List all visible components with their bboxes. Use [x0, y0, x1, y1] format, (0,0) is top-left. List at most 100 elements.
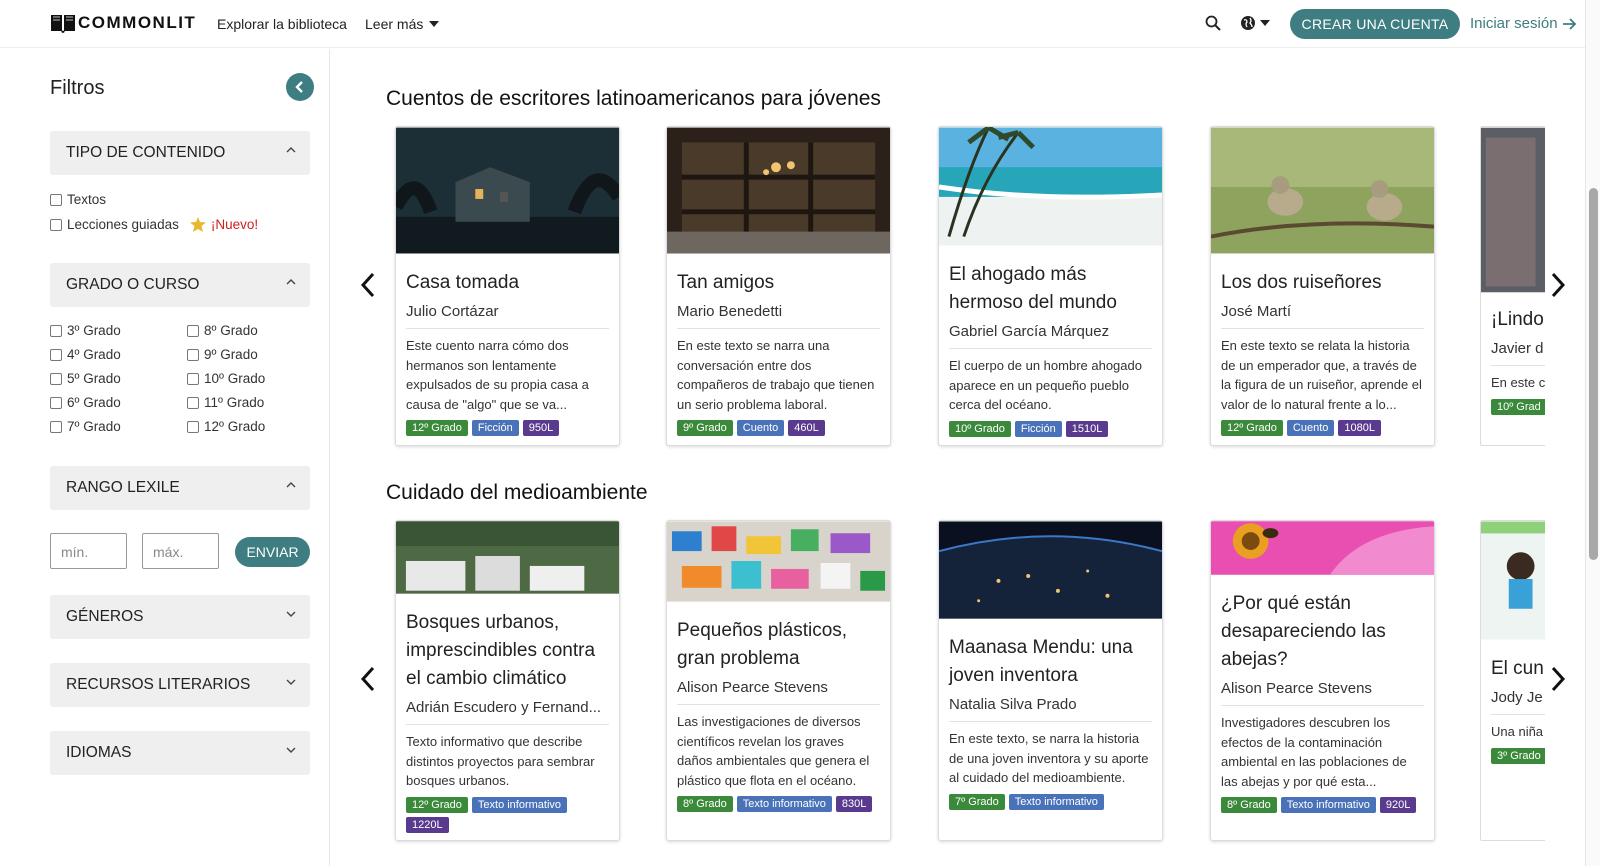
checkbox[interactable] [187, 348, 199, 361]
page-scrollbar[interactable] [1585, 0, 1600, 866]
checkbox[interactable] [50, 218, 62, 231]
grade-option-label: 9º Grado [204, 347, 258, 362]
checkbox[interactable] [50, 324, 62, 337]
card-author: Alison Pearce Stevens [677, 679, 880, 705]
filter-grade-6[interactable]: 6º Grado [50, 395, 121, 410]
card-description: En este texto, se narra la historia de u… [949, 731, 1149, 785]
checkbox[interactable] [187, 396, 199, 409]
search-icon[interactable] [1205, 15, 1221, 31]
collapse-sidebar-button[interactable] [286, 73, 314, 101]
language-selector[interactable] [1240, 15, 1270, 31]
text-card[interactable]: Los dos ruiseñores José Martí En este te… [1210, 126, 1435, 446]
chevron-down-icon [286, 679, 296, 685]
checkbox[interactable] [50, 193, 62, 206]
genre-tag: Cuento [736, 420, 785, 436]
carousel-prev-icon[interactable] [360, 272, 376, 298]
text-card[interactable]: Pequeños plásticos, gran problema Alison… [666, 520, 891, 841]
checkbox[interactable] [50, 396, 62, 409]
carousel-next-icon[interactable] [1550, 666, 1566, 692]
grade-option-label: 5º Grado [67, 371, 121, 386]
login-link[interactable]: Iniciar sesión [1470, 15, 1577, 32]
chevron-down-icon [286, 747, 296, 753]
grade-tag: 10º Grad [1491, 398, 1545, 415]
lexile-min-input[interactable]: mín. [50, 533, 127, 569]
filter-grade-11[interactable]: 11º Grado [187, 395, 264, 410]
checkbox[interactable] [50, 420, 62, 433]
arrow-right-icon [1562, 17, 1576, 30]
text-card[interactable]: Bosques urbanos, imprescindibles contra … [395, 520, 620, 841]
text-card[interactable]: Maanasa Mendu: una joven inventora Natal… [938, 520, 1163, 841]
create-account-button[interactable]: CREAR UNA CUENTA [1290, 9, 1460, 39]
grade-option-label: 11º Grado [204, 395, 265, 410]
content-type-accordion[interactable]: TIPO DE CONTENIDO [50, 131, 310, 175]
grade-tag: 12º Grado [406, 796, 468, 813]
filter-guided-lessons-label: Lecciones guiadas [67, 217, 179, 232]
filter-grade-9[interactable]: 9º Grado [187, 347, 258, 362]
genre-tag: Ficción [1014, 420, 1062, 437]
card-description: Una niña ambient cumplea [1491, 724, 1545, 739]
commonlit-logo[interactable]: COMMONLIT [50, 13, 196, 33]
lexile-submit-button[interactable]: ENVIAR [235, 537, 310, 567]
grade-option-label: 8º Grado [204, 323, 258, 338]
filters-title: Filtros [50, 77, 105, 99]
filter-grade-4[interactable]: 4º Grado [50, 347, 121, 362]
text-card[interactable]: El ahogado más hermoso del mundo Gabriel… [938, 126, 1163, 446]
filter-guided-lessons[interactable]: Lecciones guiadas ¡Nuevo! [50, 217, 258, 232]
caret-down-icon [429, 21, 440, 27]
filter-texts[interactable]: Textos [50, 192, 106, 207]
chevron-left-icon [295, 81, 303, 93]
logo-text: COMMONLIT [78, 13, 197, 32]
filter-grade-3[interactable]: 3º Grado [50, 323, 121, 338]
genre-tag: Texto informativo [1280, 797, 1376, 813]
filter-grade-5[interactable]: 5º Grado [50, 371, 121, 386]
languages-accordion[interactable]: IDIOMAS [50, 731, 310, 775]
literary-devices-accordion[interactable]: RECURSOS LITERARIOS [50, 663, 310, 707]
carousel-prev-icon[interactable] [360, 666, 376, 692]
card-image [1481, 127, 1545, 293]
checkbox[interactable] [50, 372, 62, 385]
login-label: Iniciar sesión [1470, 15, 1558, 32]
card-author: Gabriel García Márquez [949, 323, 1152, 349]
scrollbar-thumb[interactable] [1589, 188, 1598, 560]
filter-grade-12[interactable]: 12º Grado [187, 419, 265, 434]
card-description: Este cuento narra cómo dos hermanos son … [406, 338, 589, 412]
checkbox[interactable] [50, 348, 62, 361]
lexile-accordion[interactable]: RANGO LEXILE [50, 466, 310, 510]
nav-read-more-label: Leer más [365, 16, 424, 32]
grade-option-label: 6º Grado [67, 395, 121, 410]
card-description: Texto informativo que describe distintos… [406, 734, 595, 788]
grade-tag: 8º Grado [677, 796, 733, 812]
card-author: Mario Benedetti [677, 303, 880, 329]
star-icon [189, 217, 206, 232]
chevron-up-icon [286, 147, 296, 153]
filter-grade-7[interactable]: 7º Grado [50, 419, 121, 434]
text-card[interactable]: Casa tomada Julio Cortázar Este cuento n… [395, 126, 620, 446]
card-title: Pequeños plásticos, gran problema [677, 620, 848, 669]
text-card[interactable]: ¡Lindo Javier d En este c particula 10º … [1480, 126, 1545, 446]
card-image [1211, 127, 1434, 254]
caret-down-icon [1260, 20, 1270, 26]
grade-accordion[interactable]: GRADO O CURSO [50, 263, 310, 307]
card-image [667, 127, 890, 254]
card-description: Las investigaciones de diversos científi… [677, 714, 870, 788]
carousel-next-icon[interactable] [1550, 272, 1566, 298]
text-card[interactable]: Tan amigos Mario Benedetti En este texto… [666, 126, 891, 446]
nav-read-more[interactable]: Leer más [365, 16, 440, 32]
grade-tag: 12º Grado [1221, 420, 1283, 436]
nav-explore-library[interactable]: Explorar la biblioteca [217, 16, 347, 32]
genres-accordion[interactable]: GÉNEROS [50, 595, 310, 639]
grade-tag: 7º Grado [949, 793, 1005, 810]
card-author: José Martí [1221, 303, 1424, 329]
checkbox[interactable] [187, 420, 199, 433]
chevron-down-icon [286, 611, 296, 617]
text-card[interactable]: El cun Día de Jody Je Una niña ambient c… [1480, 520, 1545, 841]
lexile-tag: 460L [788, 420, 825, 436]
checkbox[interactable] [187, 372, 199, 385]
text-card[interactable]: ¿Por qué están desapareciendo las abejas… [1210, 520, 1435, 841]
card-author: Natalia Silva Prado [949, 696, 1152, 722]
filter-grade-8[interactable]: 8º Grado [187, 323, 258, 338]
grade-option-label: 12º Grado [204, 419, 266, 434]
filter-grade-10[interactable]: 10º Grado [187, 371, 265, 386]
checkbox[interactable] [187, 324, 199, 337]
lexile-max-input[interactable]: máx. [142, 533, 219, 569]
